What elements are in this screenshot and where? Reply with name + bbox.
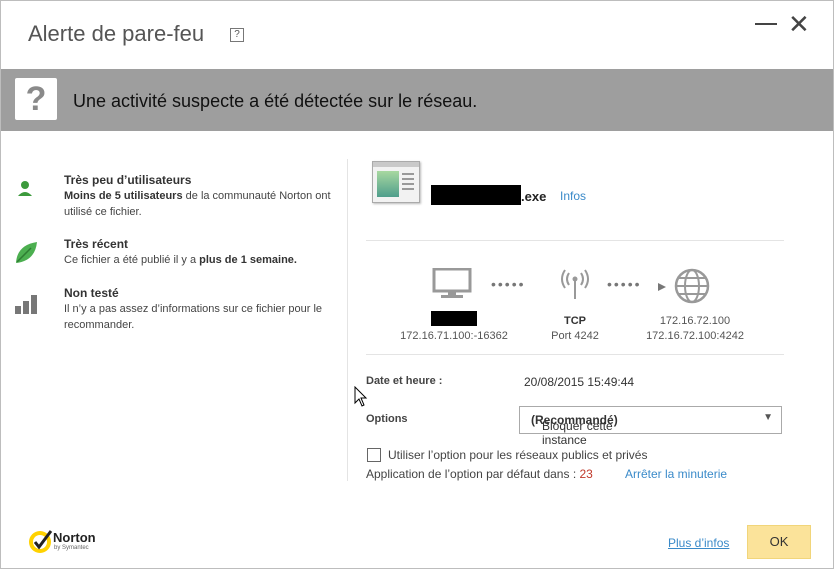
users-title: Très peu d’utilisateurs [64,173,192,187]
recent-text: Ce fichier a été publié il y a plus de 1… [64,254,297,266]
remote-address: 172.16.72.100:4242 [646,330,744,342]
redacted-local-host [431,311,477,326]
question-icon: ? [15,78,57,120]
file-extension: .exe [521,189,547,204]
ok-button[interactable]: OK [747,525,811,559]
divider [366,240,784,241]
recent-title: Très récent [64,237,129,251]
local-address: 172.16.71.100:-16362 [400,330,508,342]
redacted-filename [431,185,521,205]
port-label: Port 4242 [551,330,599,342]
default-option-timer: Application de l’option par défaut dans … [366,467,593,481]
signal-bars-icon [15,295,37,314]
remote-ip: 172.16.72.100 [659,315,731,327]
window-title: Alerte de pare-feu [28,21,205,46]
options-selected-value: Bloquer cette instance (Recommandé) [531,413,618,447]
options-label: Options [366,413,408,425]
infos-link[interactable]: Infos [560,189,586,203]
firewall-alert-window: Alerte de pare-feu ? ✕ ? Une activité su… [0,0,834,569]
norton-check-icon [29,530,53,553]
computer-icon [432,268,472,298]
mouse-cursor-icon [354,386,368,407]
application-icon [372,161,420,203]
tested-title: Non testé [64,286,119,300]
help-icon[interactable]: ? [230,28,244,42]
datetime-value: 20/08/2015 15:49:44 [524,375,635,389]
options-dropdown[interactable]: Bloquer cette instance (Recommandé) ▼ [519,406,782,447]
apply-all-networks-checkbox[interactable] [367,448,381,462]
datetime-label: Date et heure : [366,375,443,387]
user-icon [18,181,32,196]
globe-icon [674,268,710,304]
timer-countdown: 23 [579,467,593,481]
leaf-icon [16,242,37,263]
close-button[interactable]: ✕ [788,11,810,37]
divider [366,354,784,355]
stop-timer-link[interactable]: Arrêter la minuterie [625,467,727,481]
alert-message: Une activité suspecte a été détectée sur… [73,91,478,111]
divider [347,159,348,481]
tested-text: Il n’y a pas assez d’informations sur ce… [64,303,323,331]
more-info-link[interactable]: Plus d’infos [668,536,729,550]
arrow-right-icon [658,283,666,291]
protocol-label: TCP [564,315,586,327]
apply-all-networks-label[interactable]: Utiliser l’option pour les réseaux publi… [388,448,647,462]
chevron-down-icon: ▼ [763,412,773,423]
alert-banner: ? Une activité suspecte a été détectée s… [1,69,833,131]
users-text: Moins de 5 utilisateurs de la communauté… [64,190,331,218]
minimize-button[interactable] [755,23,777,25]
norton-brand-sub: by Symantec [54,545,89,551]
norton-brand: Norton [53,530,96,545]
connection-dots-right: ••••• [607,276,642,292]
connection-dots-left: ••••• [491,276,526,292]
norton-logo: Norton by Symantec [27,527,117,557]
wireless-tower-icon [561,269,589,299]
